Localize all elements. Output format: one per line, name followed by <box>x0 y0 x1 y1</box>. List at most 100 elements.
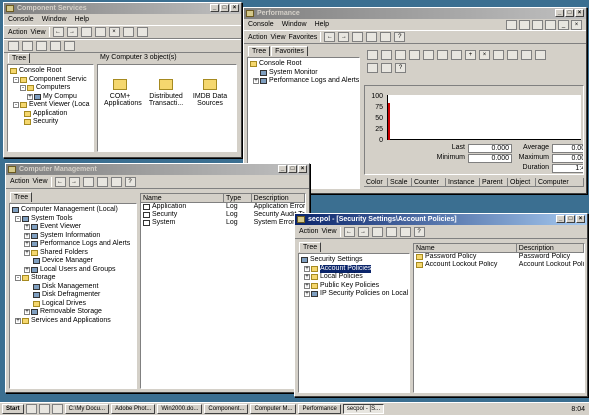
large-icons-icon[interactable] <box>8 41 19 51</box>
tree-node[interactable]: + Performance Logs and Alerts <box>12 240 134 249</box>
delete-icon[interactable]: × <box>479 50 490 60</box>
histogram-icon[interactable] <box>437 50 448 60</box>
forward-icon[interactable]: → <box>338 32 350 42</box>
maximize-button[interactable]: □ <box>220 4 229 12</box>
properties-icon[interactable] <box>535 50 546 60</box>
up-icon[interactable] <box>82 176 94 187</box>
forward-icon[interactable]: → <box>66 27 78 37</box>
minimize-button[interactable]: _ <box>555 9 564 17</box>
help-icon[interactable]: ? <box>394 32 406 42</box>
tree-node[interactable]: + Local Policies <box>301 273 407 282</box>
tree-node[interactable]: Console Root <box>250 60 357 69</box>
view-log-data-icon[interactable] <box>409 50 420 60</box>
add-icon[interactable]: + <box>465 50 476 60</box>
menu-action[interactable]: Action <box>299 228 318 235</box>
help-icon[interactable]: ? <box>413 226 425 237</box>
report-icon[interactable] <box>451 50 462 60</box>
tree-node-selected[interactable]: + Account Policies <box>301 264 407 273</box>
help-icon[interactable]: ? <box>124 176 136 187</box>
back-icon[interactable]: ← <box>343 226 355 237</box>
tree-node[interactable]: + Performance Logs and Alerts <box>250 77 359 86</box>
highlight-icon[interactable] <box>493 50 504 60</box>
menu-action[interactable]: Action <box>8 29 27 36</box>
col-instance[interactable]: Instance <box>446 178 480 186</box>
close-button[interactable]: × <box>298 165 307 173</box>
save-icon[interactable] <box>532 19 543 30</box>
tree-node[interactable]: +IP Security Policies on Local Mach <box>301 290 409 299</box>
menu-view[interactable]: View <box>30 29 45 36</box>
menu-favorites[interactable]: Favorites <box>289 34 318 41</box>
tree-node[interactable]: - System Tools <box>12 215 134 224</box>
tree-node[interactable]: + Removable Storage <box>12 308 134 317</box>
tree-node[interactable]: Console Root <box>10 67 91 76</box>
tree-node[interactable]: + Local Users and Groups <box>12 266 134 275</box>
minimize-button[interactable]: _ <box>278 165 287 173</box>
taskbar-item[interactable]: C:\My Docu... <box>64 404 110 414</box>
properties-icon[interactable] <box>380 32 392 42</box>
tree-node[interactable]: Security <box>10 118 91 127</box>
tab-tree[interactable]: Tree <box>10 192 33 202</box>
delete-icon[interactable]: × <box>108 27 120 37</box>
properties-icon[interactable] <box>122 27 134 37</box>
mdi-minimize-button[interactable]: _ <box>558 19 569 30</box>
freeze-icon[interactable] <box>367 63 378 73</box>
update-icon[interactable] <box>381 63 392 73</box>
icon-item[interactable]: COM+ Applications <box>104 79 142 107</box>
back-icon[interactable]: ← <box>324 32 336 42</box>
mdi-close-button[interactable]: × <box>571 19 582 30</box>
icon-item[interactable]: Distributed Transacti... <box>146 79 186 107</box>
tree-node[interactable]: + My Compu <box>10 93 91 102</box>
tree-node[interactable]: Security Settings <box>301 256 407 265</box>
show-tree-icon[interactable] <box>96 176 108 187</box>
clear-display-icon[interactable] <box>381 50 392 60</box>
menu-view[interactable]: View <box>321 228 336 235</box>
tree-node[interactable]: + Shared Folders <box>12 249 134 258</box>
taskbar-item[interactable]: Win2000.do... <box>157 404 203 414</box>
copy-icon[interactable] <box>507 50 518 60</box>
open-icon[interactable] <box>519 19 530 30</box>
menu-console[interactable]: Console <box>248 19 274 30</box>
tab-tree[interactable]: Tree <box>8 53 31 63</box>
tree-node[interactable]: + Services and Applications <box>12 317 134 326</box>
refresh-icon[interactable] <box>399 226 411 237</box>
view-current-activity-icon[interactable] <box>395 50 406 60</box>
tree-node[interactable]: + Public Key Policies <box>301 282 407 291</box>
title-bar[interactable]: Performance _ □ × <box>244 8 586 19</box>
taskbar-item[interactable]: Performance <box>298 404 341 414</box>
minimize-button[interactable]: _ <box>210 4 219 12</box>
taskbar-item[interactable]: Adobe Phot... <box>111 404 156 414</box>
close-button[interactable]: × <box>576 215 585 223</box>
menu-help[interactable]: Help <box>75 14 89 25</box>
up-icon[interactable] <box>352 32 364 42</box>
list-item[interactable]: Password Policy Password Policy <box>414 253 584 261</box>
tab-tree[interactable]: Tree <box>299 242 322 252</box>
start-button[interactable]: Start <box>2 404 24 414</box>
taskbar-item-active[interactable]: secpol - [S... <box>342 404 385 414</box>
col-scale[interactable]: Scale <box>388 178 412 186</box>
back-icon[interactable]: ← <box>54 176 66 187</box>
list-item[interactable]: Security Log Security Audit Tra <box>141 211 305 219</box>
menu-view[interactable]: View <box>32 178 47 185</box>
help-icon[interactable]: ? <box>395 63 406 73</box>
forward-icon[interactable]: → <box>68 176 80 187</box>
minimize-button[interactable]: _ <box>556 215 565 223</box>
col-object[interactable]: Object <box>508 178 536 186</box>
menu-help[interactable]: Help <box>315 19 329 30</box>
new-counter-set-icon[interactable] <box>367 50 378 60</box>
title-bar[interactable]: Computer Management _ □ × <box>6 164 309 175</box>
tree-node[interactable]: - Component Servic <box>10 76 91 85</box>
tree-node[interactable]: Logical Drives <box>12 300 134 309</box>
refresh-icon[interactable] <box>136 27 148 37</box>
maximize-button[interactable]: □ <box>565 9 574 17</box>
col-description[interactable]: Description <box>252 194 305 202</box>
show-tree-icon[interactable] <box>385 226 397 237</box>
menu-window[interactable]: Window <box>282 19 307 30</box>
small-icons-icon[interactable] <box>22 41 33 51</box>
close-button[interactable]: × <box>230 4 239 12</box>
tree-node[interactable]: - Storage <box>12 274 134 283</box>
graph-icon[interactable] <box>423 50 434 60</box>
quick-launch-desktop-icon[interactable] <box>51 404 63 414</box>
list-item[interactable]: ApplicationLogApplication Error Re <box>141 203 305 211</box>
col-name[interactable]: Name <box>141 194 224 202</box>
col-color[interactable]: Color <box>364 178 388 186</box>
